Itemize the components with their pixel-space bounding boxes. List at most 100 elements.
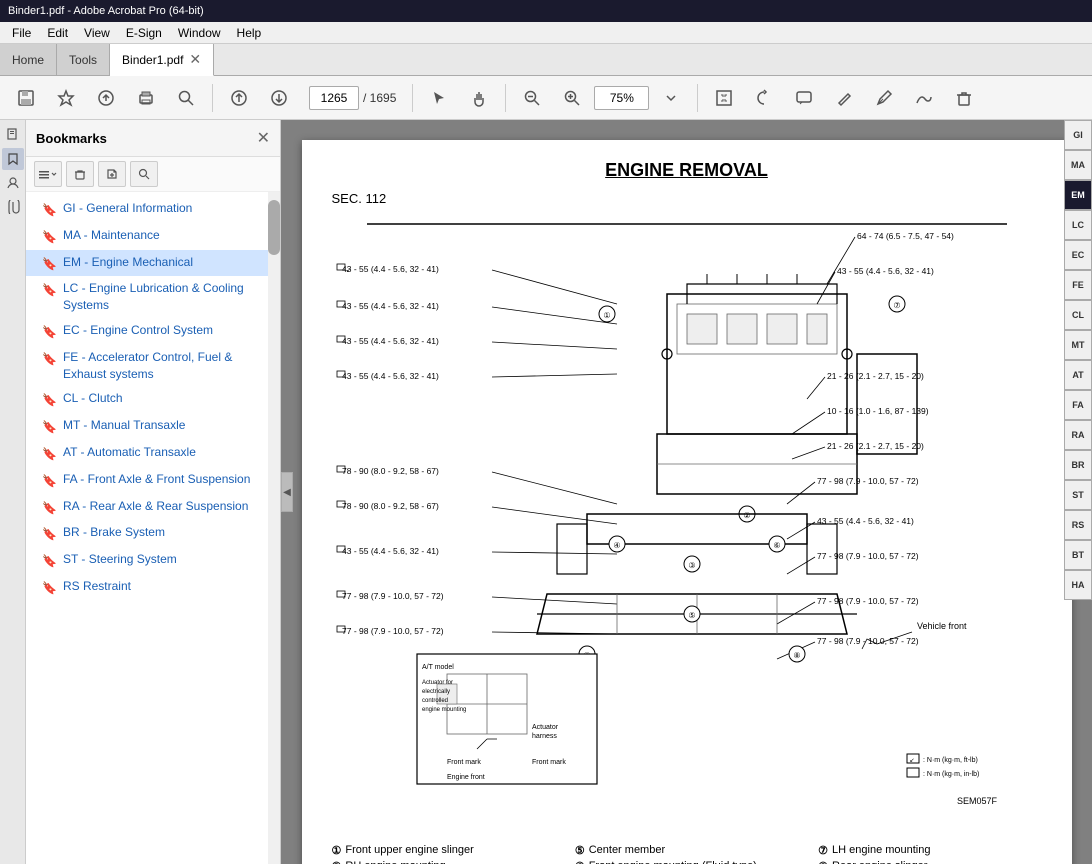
bookmark-label-mt[interactable]: MT - Manual Transaxle <box>63 417 186 434</box>
zoom-out-button[interactable] <box>514 80 550 116</box>
zoom-in-button[interactable] <box>554 80 590 116</box>
bookmark-label-fe[interactable]: FE - Accelerator Control, Fuel & Exhaust… <box>63 349 272 383</box>
find-button[interactable] <box>168 80 204 116</box>
zoom-input[interactable] <box>594 86 649 110</box>
bookmark-item-st[interactable]: 🔖 ST - Steering System <box>26 547 280 574</box>
right-tab-fe[interactable]: FE <box>1064 270 1092 300</box>
delete-button[interactable] <box>946 80 982 116</box>
bookmark-label-em[interactable]: EM - Engine Mechanical <box>63 254 193 271</box>
bookmark-button[interactable] <box>48 80 84 116</box>
right-tab-lc[interactable]: LC <box>1064 210 1092 240</box>
hand-tool-button[interactable] <box>461 80 497 116</box>
sidebar-close-button[interactable]: ✕ <box>257 128 270 148</box>
svg-text:10 - 16 (1.0 - 1.6, 87 - 139): 10 - 16 (1.0 - 1.6, 87 - 139) <box>827 406 929 416</box>
next-page-button[interactable] <box>261 80 297 116</box>
bookmark-item-lc[interactable]: 🔖 LC - Engine Lubrication & Cooling Syst… <box>26 276 280 318</box>
bookmark-label-fa[interactable]: FA - Front Axle & Front Suspension <box>63 471 250 488</box>
tab-close-icon[interactable]: ✕ <box>189 51 201 68</box>
bookmark-label-lc[interactable]: LC - Engine Lubrication & Cooling System… <box>63 280 272 314</box>
right-tab-ma[interactable]: MA <box>1064 150 1092 180</box>
sidebar-new-button[interactable] <box>98 161 126 187</box>
title-bar: Binder1.pdf - Adobe Acrobat Pro (64-bit) <box>0 0 1092 22</box>
edit-button[interactable] <box>866 80 902 116</box>
menu-window[interactable]: Window <box>170 24 229 42</box>
menu-file[interactable]: File <box>4 24 39 42</box>
bookmark-label-ma[interactable]: MA - Maintenance <box>63 227 160 244</box>
svg-text:②: ② <box>743 511 750 520</box>
side-icon-attachments[interactable] <box>2 196 24 218</box>
select-tool-button[interactable] <box>421 80 457 116</box>
bookmark-label-cl[interactable]: CL - Clutch <box>63 390 123 407</box>
sign-button[interactable] <box>906 80 942 116</box>
svg-text:43 - 55 (4.4 - 5.6, 32 - 41): 43 - 55 (4.4 - 5.6, 32 - 41) <box>342 371 439 381</box>
tab-home-label: Home <box>12 53 44 67</box>
fit-page-button[interactable] <box>706 80 742 116</box>
side-icon-signatures[interactable] <box>2 172 24 194</box>
print-button[interactable] <box>128 80 164 116</box>
right-tab-bt[interactable]: BT <box>1064 540 1092 570</box>
bookmark-label-st[interactable]: ST - Steering System <box>63 551 177 568</box>
svg-text:electrically: electrically <box>422 689 450 695</box>
bookmark-label-at[interactable]: AT - Automatic Transaxle <box>63 444 196 461</box>
right-tab-rs[interactable]: RS <box>1064 510 1092 540</box>
bookmark-item-br[interactable]: 🔖 BR - Brake System <box>26 520 280 547</box>
rotate-button[interactable] <box>746 80 782 116</box>
bookmark-item-ra[interactable]: 🔖 RA - Rear Axle & Rear Suspension <box>26 494 280 521</box>
zoom-dropdown-button[interactable] <box>653 80 689 116</box>
sidebar-options-button[interactable] <box>34 161 62 187</box>
bookmark-item-gi[interactable]: 🔖 GI - General Information <box>26 196 280 223</box>
svg-text:43 - 55 (4.4 - 5.6, 32 - 41): 43 - 55 (4.4 - 5.6, 32 - 41) <box>342 336 439 346</box>
scrollbar-track[interactable] <box>268 192 280 864</box>
menu-view[interactable]: View <box>76 24 118 42</box>
right-tab-at[interactable]: AT <box>1064 360 1092 390</box>
bookmark-item-cl[interactable]: 🔖 CL - Clutch <box>26 386 280 413</box>
bookmark-item-fa[interactable]: 🔖 FA - Front Axle & Front Suspension <box>26 467 280 494</box>
right-tab-st[interactable]: ST <box>1064 480 1092 510</box>
bookmark-label-ra[interactable]: RA - Rear Axle & Rear Suspension <box>63 498 248 515</box>
bookmark-item-fe[interactable]: 🔖 FE - Accelerator Control, Fuel & Exhau… <box>26 345 280 387</box>
right-tab-em[interactable]: EM <box>1064 180 1092 210</box>
menu-edit[interactable]: Edit <box>39 24 76 42</box>
tab-home[interactable]: Home <box>0 44 57 75</box>
bookmark-item-ma[interactable]: 🔖 MA - Maintenance <box>26 223 280 250</box>
sidebar-search-button[interactable] <box>130 161 158 187</box>
bookmark-label-rs[interactable]: RS Restraint <box>63 578 131 595</box>
menu-bar: File Edit View E-Sign Window Help <box>0 22 1092 44</box>
bookmark-label-br[interactable]: BR - Brake System <box>63 524 165 541</box>
sidebar-delete-button[interactable] <box>66 161 94 187</box>
menu-help[interactable]: Help <box>229 24 270 42</box>
right-tab-mt[interactable]: MT <box>1064 330 1092 360</box>
right-tab-br[interactable]: BR <box>1064 450 1092 480</box>
upload-button[interactable] <box>88 80 124 116</box>
right-tab-fa[interactable]: FA <box>1064 390 1092 420</box>
page-input[interactable] <box>309 86 359 110</box>
save-button[interactable] <box>8 80 44 116</box>
svg-text:77 - 98 (7.9 - 10.0, 57 - 72): 77 - 98 (7.9 - 10.0, 57 - 72) <box>342 591 444 601</box>
pdf-area[interactable]: ENGINE REMOVAL SEC. 112 <box>281 120 1092 864</box>
right-tab-cl[interactable]: CL <box>1064 300 1092 330</box>
bookmark-item-mt[interactable]: 🔖 MT - Manual Transaxle <box>26 413 280 440</box>
right-tab-ra[interactable]: RA <box>1064 420 1092 450</box>
tab-binder[interactable]: Binder1.pdf ✕ <box>110 44 214 76</box>
highlight-button[interactable] <box>826 80 862 116</box>
svg-text:①: ① <box>603 311 610 320</box>
menu-esign[interactable]: E-Sign <box>118 24 170 42</box>
side-icon-page[interactable] <box>2 124 24 146</box>
sidebar-header: Bookmarks ✕ <box>26 120 280 157</box>
bookmark-item-rs[interactable]: 🔖 RS Restraint <box>26 574 280 601</box>
bookmark-item-at[interactable]: 🔖 AT - Automatic Transaxle <box>26 440 280 467</box>
bookmark-label-ec[interactable]: EC - Engine Control System <box>63 322 213 339</box>
bookmark-item-ec[interactable]: 🔖 EC - Engine Control System <box>26 318 280 345</box>
collapse-handle[interactable]: ◀ <box>281 472 293 512</box>
right-tab-ec[interactable]: EC <box>1064 240 1092 270</box>
right-tab-gi[interactable]: GI <box>1064 120 1092 150</box>
bookmark-item-em[interactable]: 🔖 EM - Engine Mechanical <box>26 250 280 277</box>
svg-text:Vehicle front: Vehicle front <box>917 621 967 631</box>
scrollbar-thumb[interactable] <box>268 200 280 255</box>
side-icon-bookmarks[interactable] <box>2 148 24 170</box>
comment-button[interactable] <box>786 80 822 116</box>
prev-page-button[interactable] <box>221 80 257 116</box>
bookmark-label-gi[interactable]: GI - General Information <box>63 200 192 217</box>
tab-tools[interactable]: Tools <box>57 44 110 75</box>
right-tab-ha[interactable]: HA <box>1064 570 1092 600</box>
